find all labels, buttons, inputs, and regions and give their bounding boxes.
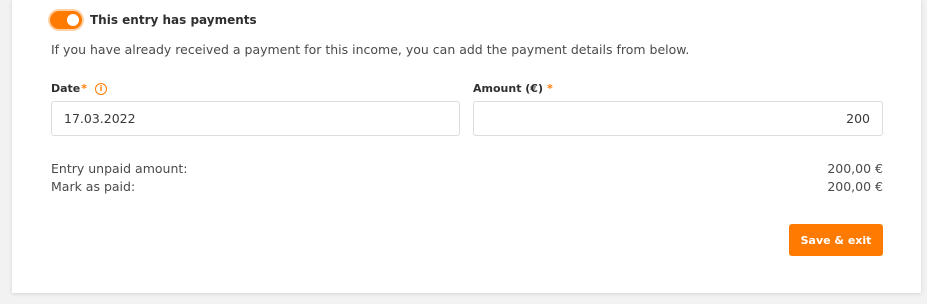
unpaid-amount-value: 200,00 € [827, 161, 883, 176]
amount-label-text: Amount (€) [473, 82, 543, 95]
payments-toggle[interactable] [50, 11, 82, 29]
payment-card: This entry has payments If you have alre… [12, 0, 921, 293]
unpaid-amount-row: Entry unpaid amount: 200,00 € [51, 161, 883, 176]
mark-as-paid-row: Mark as paid: 200,00 € [51, 179, 883, 194]
unpaid-amount-label: Entry unpaid amount: [51, 161, 188, 176]
amount-input[interactable] [473, 101, 883, 136]
payment-info-text: If you have already received a payment f… [51, 42, 690, 57]
date-input[interactable] [51, 101, 460, 136]
save-exit-button[interactable]: Save & exit [789, 224, 883, 256]
date-label-text: Date [51, 82, 81, 95]
toggle-knob [67, 14, 79, 26]
date-label: Date * i [51, 82, 108, 95]
date-required-mark: * [81, 82, 88, 95]
payments-toggle-row: This entry has payments [50, 9, 257, 31]
amount-label: Amount (€) * [473, 82, 553, 95]
mark-as-paid-label: Mark as paid: [51, 179, 136, 194]
payments-toggle-label: This entry has payments [90, 13, 257, 27]
amount-required-mark: * [547, 82, 553, 95]
mark-as-paid-value: 200,00 € [827, 179, 883, 194]
info-icon[interactable]: i [95, 82, 108, 95]
